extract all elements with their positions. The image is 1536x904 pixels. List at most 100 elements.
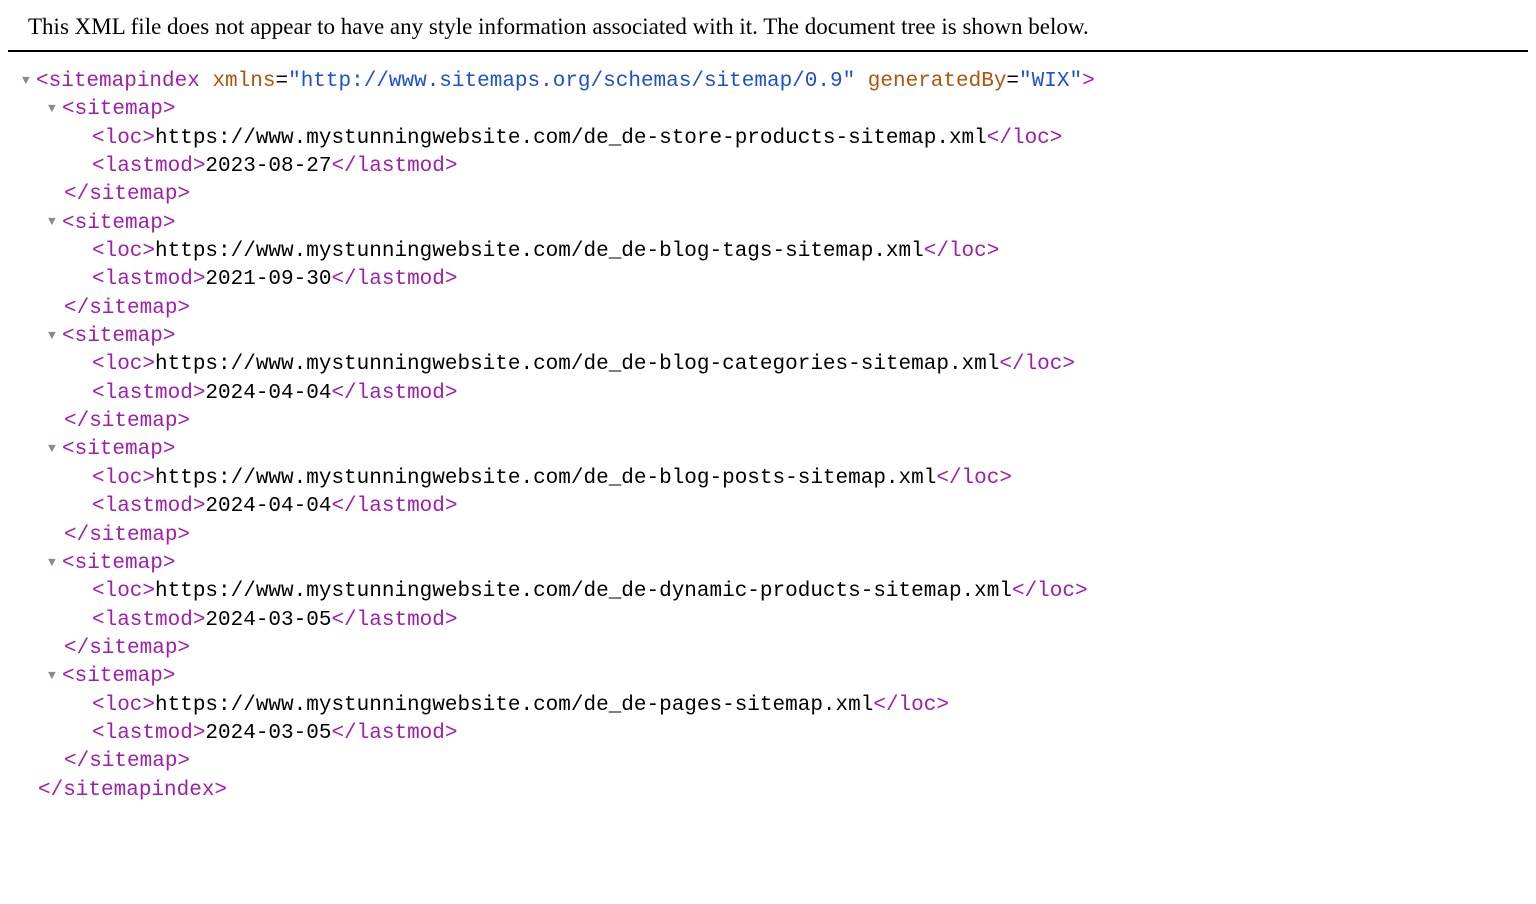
loc-value: https://www.mystunningwebsite.com/de_de-… [155, 127, 987, 150]
space [200, 70, 213, 93]
disclosure-triangle-icon[interactable]: ▼ [48, 327, 62, 345]
root-tag-name: sitemapindex [49, 70, 200, 93]
loc-line: <loc>https://www.mystunningwebsite.com/d… [20, 692, 1528, 720]
sitemap-block: ▼<sitemap><loc>https://www.mystunningweb… [20, 663, 1528, 776]
xml-tree: ▼<sitemapindex xmlns="http://www.sitemap… [0, 52, 1536, 813]
lastmod-line: <lastmod>2023-08-27</lastmod> [20, 153, 1528, 181]
lastmod-close-tag: </lastmod> [331, 495, 457, 518]
loc-close-tag: </loc> [987, 127, 1063, 150]
loc-value: https://www.mystunningwebsite.com/de_de-… [155, 580, 1012, 603]
attr-xmlns-name: xmlns [212, 70, 275, 93]
sitemap-block: ▼<sitemap><loc>https://www.mystunningweb… [20, 210, 1528, 323]
loc-close-tag: </loc> [873, 694, 949, 717]
root-close-line: </sitemapindex> [20, 777, 1528, 805]
sitemap-close-line: </sitemap> [20, 408, 1528, 436]
loc-value: https://www.mystunningwebsite.com/de_de-… [155, 240, 924, 263]
lastmod-line: <lastmod>2021-09-30</lastmod> [20, 266, 1528, 294]
sitemap-block: ▼<sitemap><loc>https://www.mystunningweb… [20, 323, 1528, 436]
lastmod-open-tag: <lastmod> [92, 382, 205, 405]
sitemap-block: ▼<sitemap><loc>https://www.mystunningweb… [20, 96, 1528, 209]
sitemap-close-tag: </sitemap> [64, 410, 190, 433]
disclosure-triangle-icon[interactable]: ▼ [22, 72, 36, 90]
loc-value: https://www.mystunningwebsite.com/de_de-… [155, 467, 936, 490]
loc-open-tag: <loc> [92, 694, 155, 717]
lastmod-close-tag: </lastmod> [331, 155, 457, 178]
loc-value: https://www.mystunningwebsite.com/de_de-… [155, 694, 873, 717]
lastmod-line: <lastmod>2024-03-05</lastmod> [20, 607, 1528, 635]
loc-value: https://www.mystunningwebsite.com/de_de-… [155, 353, 999, 376]
loc-close-tag: </loc> [999, 353, 1075, 376]
sitemap-open-line: ▼<sitemap> [20, 96, 1528, 124]
sitemap-block: ▼<sitemap><loc>https://www.mystunningweb… [20, 550, 1528, 663]
sitemap-close-line: </sitemap> [20, 522, 1528, 550]
sitemap-close-tag: </sitemap> [64, 183, 190, 206]
equals: = [275, 70, 288, 93]
loc-line: <loc>https://www.mystunningwebsite.com/d… [20, 238, 1528, 266]
loc-line: <loc>https://www.mystunningwebsite.com/d… [20, 578, 1528, 606]
lastmod-open-tag: <lastmod> [92, 722, 205, 745]
angle-open: < [36, 70, 49, 93]
sitemap-close-tag: </sitemap> [64, 637, 190, 660]
loc-line: <loc>https://www.mystunningwebsite.com/d… [20, 125, 1528, 153]
loc-open-tag: <loc> [92, 240, 155, 263]
lastmod-line: <lastmod>2024-04-04</lastmod> [20, 380, 1528, 408]
disclosure-triangle-icon[interactable]: ▼ [48, 554, 62, 572]
sitemap-open-line: ▼<sitemap> [20, 323, 1528, 351]
disclosure-triangle-icon[interactable]: ▼ [48, 667, 62, 685]
loc-open-tag: <loc> [92, 580, 155, 603]
lastmod-open-tag: <lastmod> [92, 609, 205, 632]
lastmod-open-tag: <lastmod> [92, 155, 205, 178]
sitemap-close-line: </sitemap> [20, 635, 1528, 663]
sitemap-close-tag: </sitemap> [64, 297, 190, 320]
lastmod-close-tag: </lastmod> [331, 722, 457, 745]
sitemap-open-tag: <sitemap> [62, 552, 175, 575]
root-close-tag: </sitemapindex> [38, 779, 227, 802]
loc-close-tag: </loc> [936, 467, 1012, 490]
lastmod-value: 2021-09-30 [205, 268, 331, 291]
angle-close: > [1082, 70, 1095, 93]
sitemap-open-line: ▼<sitemap> [20, 436, 1528, 464]
lastmod-line: <lastmod>2024-03-05</lastmod> [20, 720, 1528, 748]
loc-line: <loc>https://www.mystunningwebsite.com/d… [20, 465, 1528, 493]
sitemap-close-tag: </sitemap> [64, 524, 190, 547]
sitemap-open-line: ▼<sitemap> [20, 663, 1528, 691]
lastmod-line: <lastmod>2024-04-04</lastmod> [20, 493, 1528, 521]
lastmod-close-tag: </lastmod> [331, 268, 457, 291]
attr-generatedby-value: "WIX" [1019, 70, 1082, 93]
sitemaps-container: ▼<sitemap><loc>https://www.mystunningweb… [20, 96, 1528, 776]
loc-open-tag: <loc> [92, 353, 155, 376]
header-message: This XML file does not appear to have an… [28, 14, 1089, 39]
lastmod-value: 2024-03-05 [205, 609, 331, 632]
sitemap-open-tag: <sitemap> [62, 98, 175, 121]
sitemap-close-line: </sitemap> [20, 181, 1528, 209]
lastmod-open-tag: <lastmod> [92, 268, 205, 291]
xml-no-style-header: This XML file does not appear to have an… [8, 6, 1528, 52]
lastmod-value: 2024-03-05 [205, 722, 331, 745]
lastmod-open-tag: <lastmod> [92, 495, 205, 518]
lastmod-close-tag: </lastmod> [331, 382, 457, 405]
disclosure-triangle-icon[interactable]: ▼ [48, 440, 62, 458]
sitemap-close-tag: </sitemap> [64, 750, 190, 773]
sitemap-close-line: </sitemap> [20, 748, 1528, 776]
lastmod-value: 2024-04-04 [205, 495, 331, 518]
lastmod-value: 2024-04-04 [205, 382, 331, 405]
sitemap-open-line: ▼<sitemap> [20, 210, 1528, 238]
sitemap-open-tag: <sitemap> [62, 665, 175, 688]
disclosure-triangle-icon[interactable]: ▼ [48, 100, 62, 118]
sitemap-open-tag: <sitemap> [62, 438, 175, 461]
sitemap-open-line: ▼<sitemap> [20, 550, 1528, 578]
attr-generatedby-name: generatedBy [868, 70, 1007, 93]
sitemap-open-tag: <sitemap> [62, 212, 175, 235]
space [855, 70, 868, 93]
lastmod-value: 2023-08-27 [205, 155, 331, 178]
sitemap-close-line: </sitemap> [20, 295, 1528, 323]
loc-open-tag: <loc> [92, 467, 155, 490]
equals: = [1006, 70, 1019, 93]
disclosure-triangle-icon[interactable]: ▼ [48, 213, 62, 231]
loc-close-tag: </loc> [924, 240, 1000, 263]
attr-xmlns-value: "http://www.sitemaps.org/schemas/sitemap… [288, 70, 855, 93]
root-open-line: ▼<sitemapindex xmlns="http://www.sitemap… [20, 68, 1528, 96]
sitemap-open-tag: <sitemap> [62, 325, 175, 348]
loc-line: <loc>https://www.mystunningwebsite.com/d… [20, 351, 1528, 379]
loc-close-tag: </loc> [1012, 580, 1088, 603]
